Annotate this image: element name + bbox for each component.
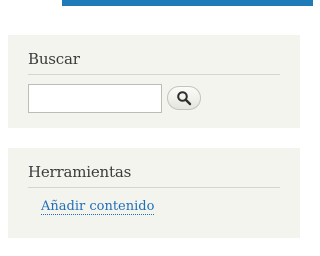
search-icon bbox=[176, 90, 192, 106]
add-content-link[interactable]: Añadir contenido bbox=[41, 199, 155, 215]
search-input[interactable] bbox=[28, 84, 162, 113]
tools-block: Herramientas Añadir contenido bbox=[8, 148, 300, 238]
active-tab-indicator bbox=[62, 0, 313, 6]
search-block-title: Buscar bbox=[28, 35, 280, 75]
top-tab-bar bbox=[0, 0, 313, 6]
tools-menu-item: Añadir contenido bbox=[28, 198, 280, 216]
search-button[interactable] bbox=[167, 86, 201, 110]
tools-menu: Añadir contenido bbox=[28, 198, 280, 216]
tools-block-title: Herramientas bbox=[28, 148, 280, 188]
search-form bbox=[28, 84, 280, 114]
search-block: Buscar bbox=[8, 35, 300, 128]
